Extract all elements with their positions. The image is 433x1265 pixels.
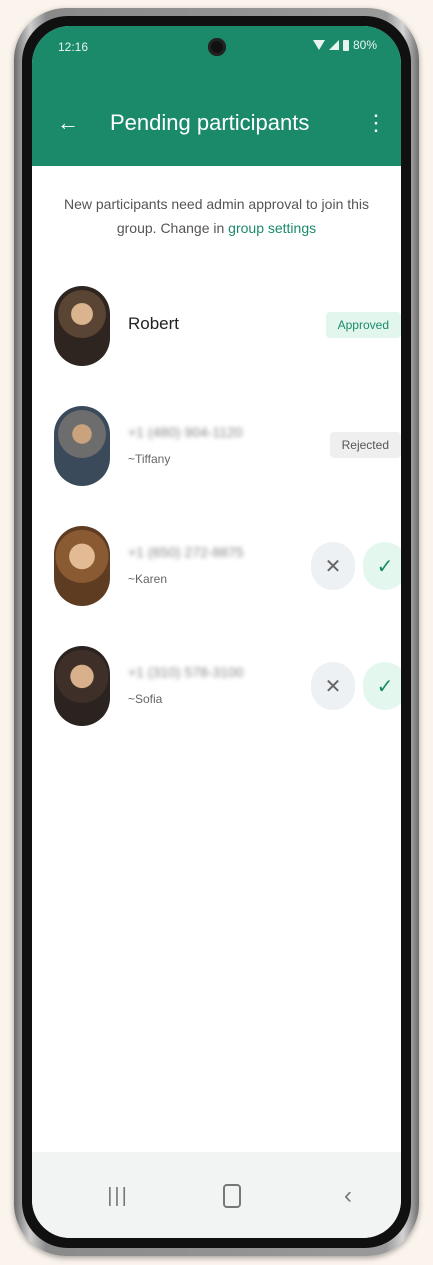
battery-icon	[342, 39, 349, 51]
status-time: 12:16	[58, 40, 89, 54]
participant-alias: ~Karen	[128, 572, 168, 586]
participant-row[interactable]: +1 (480) 904-1120 ~Tiffany Rejected	[32, 396, 401, 496]
rejected-badge: Rejected	[329, 432, 401, 458]
participant-row[interactable]: +1 (650) 272-8875 ~Karen ✕ ✓	[32, 516, 401, 616]
participant-row[interactable]: +1 (310) 578-3100 ~Sofia ✕ ✓	[32, 636, 401, 736]
close-icon: ✕	[324, 675, 342, 698]
toolbar: ← Pending participants ⋮	[32, 98, 401, 148]
back-arrow-icon[interactable]: ←	[48, 103, 88, 143]
recents-icon[interactable]: |||	[98, 1178, 138, 1214]
close-icon: ✕	[324, 555, 342, 578]
avatar	[54, 646, 110, 726]
approve-button[interactable]: ✓	[363, 662, 401, 710]
phone-bezel: 12:16 80% ← Pending participants ⋮ New p…	[22, 16, 411, 1248]
reject-button[interactable]: ✕	[311, 662, 355, 710]
more-options-icon[interactable]: ⋮	[361, 103, 391, 143]
participant-phone: +1 (310) 578-3100	[128, 664, 244, 680]
app-bar: 12:16 80% ← Pending participants ⋮	[32, 26, 401, 166]
participant-phone: +1 (480) 904-1120	[128, 424, 243, 440]
info-text-body: New participants need admin approval to …	[63, 196, 370, 236]
check-icon: ✓	[376, 555, 394, 578]
group-settings-link[interactable]: group settings	[228, 220, 316, 236]
battery-percent: 80%	[352, 38, 377, 52]
participant-name: Robert	[128, 314, 180, 333]
home-icon[interactable]	[212, 1178, 252, 1214]
participant-row[interactable]: Robert Approved	[32, 276, 401, 376]
avatar	[54, 526, 110, 606]
participant-alias: ~Sofia	[128, 692, 163, 706]
avatar	[54, 406, 110, 486]
approve-button[interactable]: ✓	[363, 542, 401, 590]
participant-alias: ~Tiffany	[128, 452, 171, 466]
status-icons: 80%	[312, 38, 377, 52]
reject-button[interactable]: ✕	[311, 542, 355, 590]
page-title: Pending participants	[110, 110, 310, 135]
approved-badge: Approved	[325, 312, 401, 338]
wifi-icon	[312, 40, 325, 50]
camera-cutout	[207, 38, 226, 56]
check-icon: ✓	[376, 675, 394, 698]
participant-phone: +1 (650) 272-8875	[128, 544, 244, 560]
nav-back-icon[interactable]: ‹	[328, 1178, 368, 1214]
screen: 12:16 80% ← Pending participants ⋮ New p…	[32, 26, 401, 1238]
avatar	[54, 286, 110, 366]
phone-frame: 12:16 80% ← Pending participants ⋮ New p…	[14, 8, 419, 1256]
status-bar: 12:16 80%	[32, 26, 401, 66]
info-text: New participants need admin approval to …	[62, 192, 371, 240]
system-nav-bar: ||| ‹	[32, 1152, 401, 1238]
signal-icon	[328, 40, 339, 50]
